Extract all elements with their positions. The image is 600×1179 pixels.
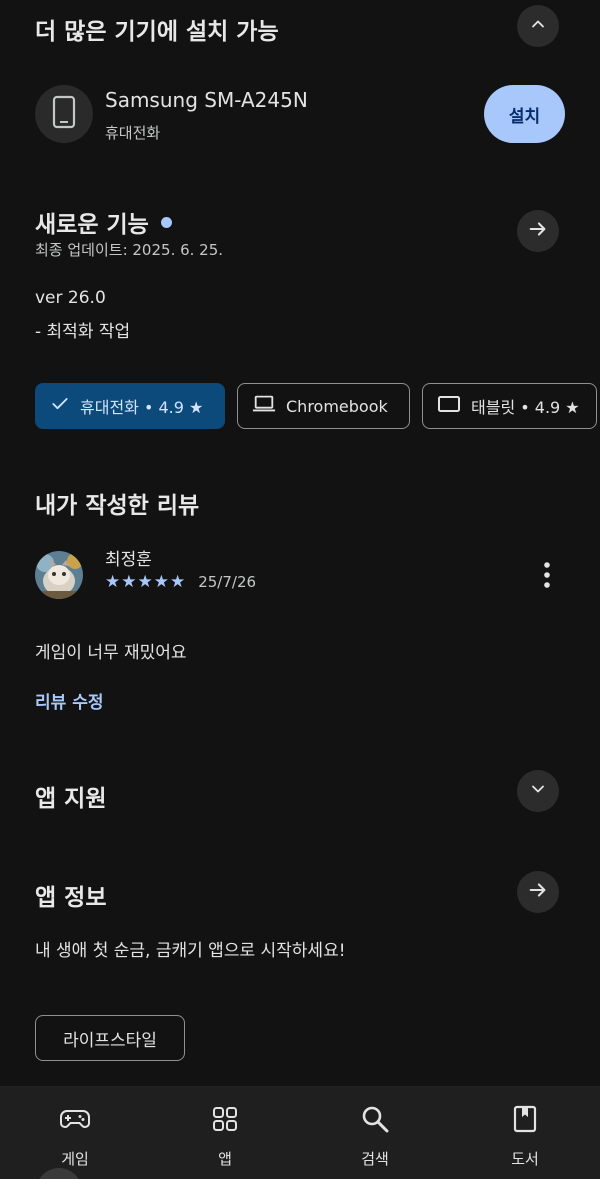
nav-games[interactable]: 게임 [0, 1086, 150, 1179]
new-dot-icon [160, 216, 172, 228]
chip-chromebook-label: Chromebook [286, 396, 388, 416]
rating-stars: ★★★★★ [105, 572, 187, 592]
whats-new-arrow-button[interactable] [517, 210, 559, 252]
book-icon [513, 1104, 537, 1134]
chip-chromebook[interactable]: Chromebook [237, 383, 410, 429]
phone-icon [51, 95, 77, 133]
app-support-expand-button[interactable] [517, 770, 559, 812]
chip-phone[interactable]: 휴대전화 • 4.9 ★ [35, 383, 225, 429]
last-updated: 최종 업데이트: 2025. 6. 25. [35, 241, 224, 259]
nav-books-label: 도서 [511, 1150, 539, 1168]
device-avatar [35, 85, 93, 143]
more-vert-icon [543, 562, 551, 592]
app-support-title: 앱 지원 [35, 786, 107, 812]
nav-search[interactable]: 검색 [300, 1086, 450, 1179]
install-button[interactable]: 설치 [484, 85, 565, 143]
whats-new-title: 새로운 기능 [35, 212, 149, 238]
app-info-arrow-button[interactable] [517, 871, 559, 913]
edit-review-link[interactable]: 리뷰 수정 [35, 688, 103, 713]
nav-search-label: 검색 [361, 1150, 389, 1168]
chip-phone-label: 휴대전화 • 4.9 ★ [80, 398, 204, 417]
install-more-title: 더 많은 기기에 설치 가능 [35, 19, 279, 45]
chevron-up-icon [528, 14, 548, 38]
chip-tablet-label: 태블릿 • 4.9 ★ [471, 398, 580, 417]
nav-books[interactable]: 도서 [450, 1086, 600, 1179]
chevron-down-icon [528, 779, 548, 803]
device-type: 휴대전화 [105, 124, 161, 142]
update-note: - 최적화 작업 [35, 322, 131, 342]
search-icon [361, 1104, 389, 1134]
nav-apps-label: 앱 [218, 1150, 232, 1168]
review-text: 게임이 너무 재밌어요 [35, 643, 187, 663]
my-review-title: 내가 작성한 리뷰 [35, 493, 200, 519]
app-info-title: 앱 정보 [35, 885, 107, 911]
nav-games-label: 게임 [61, 1150, 89, 1168]
arrow-right-icon [527, 218, 549, 244]
chip-tablet[interactable]: 태블릿 • 4.9 ★ [422, 383, 597, 429]
gamepad-icon [60, 1104, 90, 1134]
arrow-right-icon [527, 879, 549, 905]
version-text: ver 26.0 [35, 288, 106, 308]
whats-new-header: 새로운 기능 [35, 205, 172, 239]
review-author: 최정훈 [105, 550, 152, 570]
collapse-button[interactable] [517, 5, 559, 47]
laptop-icon [252, 394, 276, 418]
apps-grid-icon [212, 1104, 238, 1134]
check-icon [50, 394, 70, 418]
review-meta: ★★★★★ 25/7/26 [105, 572, 256, 592]
more-options-button[interactable] [530, 560, 564, 594]
review-date: 25/7/26 [198, 573, 257, 591]
bottom-navigation: 게임 앱 검색 도서 [0, 1086, 600, 1179]
tablet-icon [437, 394, 461, 418]
device-name: Samsung SM-A245N [105, 88, 308, 112]
category-chip[interactable]: 라이프스타일 [35, 1015, 185, 1061]
app-description: 내 생애 첫 순금, 금캐기 앱으로 시작하세요! [35, 941, 346, 961]
avatar [35, 551, 83, 599]
nav-apps[interactable]: 앱 [150, 1086, 300, 1179]
